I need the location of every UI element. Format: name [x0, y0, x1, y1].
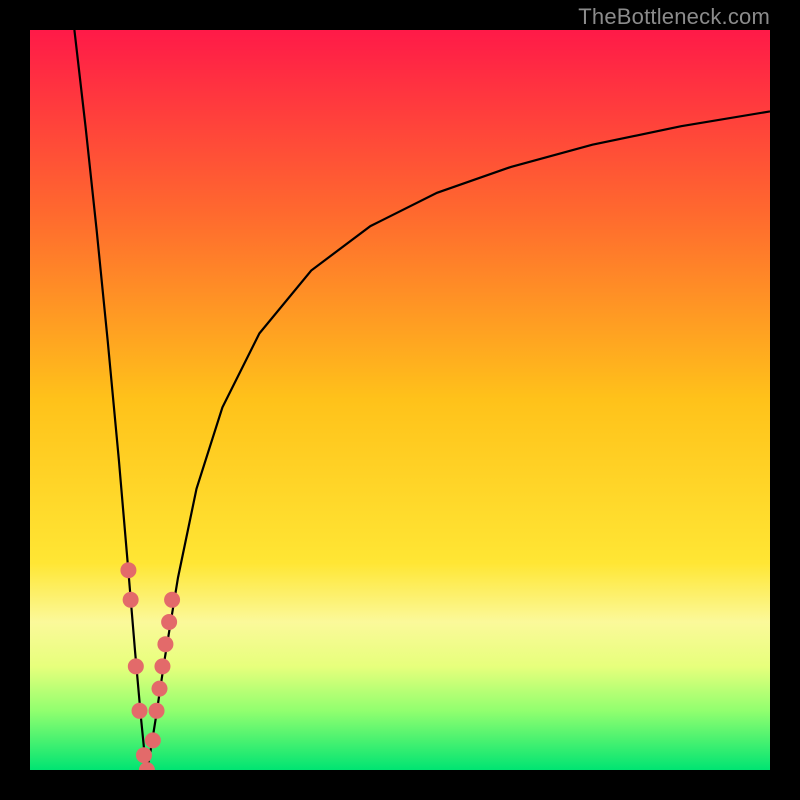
scatter-point [128, 658, 144, 674]
plot-svg [30, 30, 770, 770]
scatter-point [132, 703, 148, 719]
scatter-point [164, 592, 180, 608]
chart-frame: TheBottleneck.com [0, 0, 800, 800]
scatter-point [123, 592, 139, 608]
gradient-background [30, 30, 770, 770]
scatter-point [152, 681, 168, 697]
scatter-point [136, 747, 152, 763]
scatter-point [154, 658, 170, 674]
scatter-point [149, 703, 165, 719]
plot-area [30, 30, 770, 770]
scatter-point [120, 562, 136, 578]
scatter-point [157, 636, 173, 652]
scatter-point [145, 732, 161, 748]
watermark-text: TheBottleneck.com [578, 4, 770, 30]
scatter-point [161, 614, 177, 630]
